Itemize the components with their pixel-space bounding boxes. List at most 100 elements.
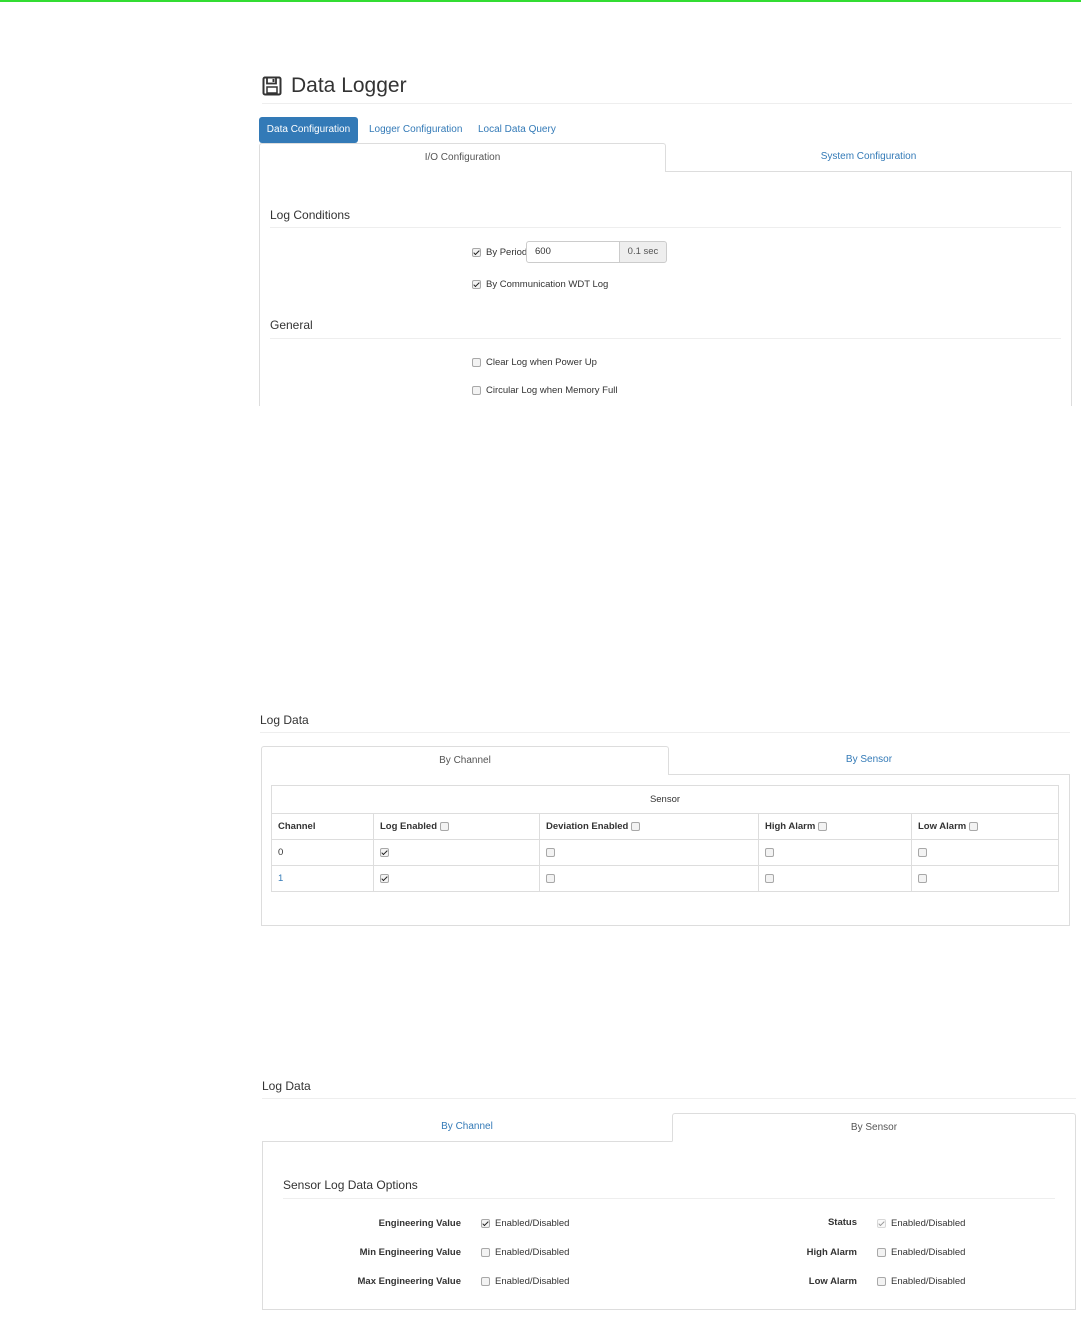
channel-table: Sensor Channel Log Enabled Deviation Ena… [271, 785, 1059, 892]
panel-bottom-border [261, 925, 1070, 926]
min-engineering-value-checkbox[interactable] [481, 1247, 490, 1257]
period-unit-addon: 0.1 sec [619, 241, 667, 263]
tab-io-configuration[interactable]: I/O Configuration [259, 143, 666, 172]
panel-left-border [261, 774, 262, 926]
column-label: Channel [278, 821, 316, 832]
divider [283, 1198, 1055, 1199]
panel-right-border [1069, 774, 1070, 926]
column-header-high-alarm: High Alarm [758, 813, 912, 840]
min-engineering-value-option: Enabled/Disabled [481, 1247, 569, 1258]
column-header-channel: Channel [271, 813, 374, 840]
tab-by-channel[interactable]: By Channel [261, 746, 669, 775]
engineering-value-label: Engineering Value [378, 1218, 461, 1229]
deviation-enabled-all-checkbox[interactable] [631, 821, 640, 831]
circular-log-label: Circular Log when Memory Full [486, 385, 618, 396]
deviation-cell [539, 839, 759, 866]
panel-left-border [259, 171, 260, 406]
tab-data-configuration[interactable]: Data Configuration [259, 117, 358, 143]
tab-by-channel[interactable]: By Channel [263, 1113, 671, 1140]
column-header-deviation-enabled: Deviation Enabled [539, 813, 759, 840]
table-row: 0 [271, 839, 1059, 866]
table-caption: Sensor [271, 785, 1059, 814]
high-alarm-checkbox[interactable] [765, 847, 774, 857]
low-alarm-label: Low Alarm [808, 1276, 857, 1287]
max-engineering-value-option: Enabled/Disabled [481, 1276, 569, 1287]
wdt-log-checkbox[interactable] [472, 279, 481, 289]
tab-divider [665, 171, 1072, 172]
low-alarm-checkbox[interactable] [877, 1276, 886, 1286]
high-alarm-label: High Alarm [806, 1247, 857, 1258]
divider [260, 732, 1070, 733]
page-header: Data Logger [262, 72, 1072, 104]
tab-system-configuration[interactable]: System Configuration [666, 143, 1071, 170]
log-conditions-heading: Log Conditions [270, 208, 351, 222]
engineering-value-option: Enabled/Disabled [481, 1218, 569, 1229]
status-option: Enabled/Disabled [877, 1218, 965, 1229]
floppy-disk-icon [262, 76, 282, 96]
by-period-label: By Period [486, 247, 528, 258]
page-title: Data Logger [291, 74, 407, 97]
by-period-option: By Period [472, 247, 527, 258]
low-alarm-cell [911, 839, 1059, 866]
top-accent-line [0, 0, 1081, 2]
log-enabled-cell [373, 839, 540, 866]
period-input[interactable]: 600 [526, 241, 628, 263]
wdt-log-option: By Communication WDT Log [472, 279, 608, 290]
enabled-disabled-text: Enabled/Disabled [891, 1276, 966, 1287]
min-engineering-value-label: Min Engineering Value [359, 1247, 461, 1258]
tab-logger-configuration[interactable]: Logger Configuration [369, 117, 462, 143]
table-header-row: Channel Log Enabled Deviation Enabled Hi… [271, 813, 1059, 840]
engineering-value-checkbox[interactable] [481, 1218, 490, 1228]
low-alarm-all-checkbox[interactable] [968, 821, 978, 831]
clear-log-label: Clear Log when Power Up [486, 357, 597, 368]
tab-divider [668, 774, 1070, 775]
tab-local-data-query[interactable]: Local Data Query [478, 117, 556, 143]
log-data-heading: Log Data [260, 713, 309, 727]
log-enabled-checkbox[interactable] [380, 847, 389, 857]
general-heading: General [270, 318, 313, 332]
high-alarm-checkbox[interactable] [877, 1247, 886, 1257]
deviation-checkbox[interactable] [546, 847, 555, 857]
enabled-disabled-text: Enabled/Disabled [495, 1218, 570, 1229]
high-alarm-option: Enabled/Disabled [877, 1247, 965, 1258]
channel-cell[interactable]: 1 [271, 865, 374, 892]
enabled-disabled-text: Enabled/Disabled [495, 1276, 570, 1287]
panel-right-border [1071, 171, 1072, 406]
log-enabled-all-checkbox[interactable] [439, 821, 449, 831]
deviation-checkbox[interactable] [546, 873, 555, 883]
by-period-checkbox[interactable] [472, 247, 481, 257]
divider [262, 1098, 1076, 1099]
column-label: Deviation Enabled [546, 821, 629, 832]
clear-log-option: Clear Log when Power Up [472, 357, 597, 368]
column-header-low-alarm: Low Alarm [911, 813, 1059, 840]
log-data-heading: Log Data [262, 1079, 311, 1093]
status-label: Status [827, 1217, 857, 1228]
log-enabled-cell [373, 865, 540, 892]
circular-log-checkbox[interactable] [472, 385, 481, 395]
enabled-disabled-text: Enabled/Disabled [891, 1218, 966, 1229]
column-label: Low Alarm [918, 821, 967, 832]
low-alarm-cell [911, 865, 1059, 892]
low-alarm-checkbox[interactable] [918, 873, 927, 883]
low-alarm-option: Enabled/Disabled [877, 1276, 965, 1287]
circular-log-option: Circular Log when Memory Full [472, 385, 617, 396]
panel-right-border [1075, 1141, 1076, 1310]
clear-log-checkbox[interactable] [472, 357, 481, 367]
high-alarm-all-checkbox[interactable] [817, 821, 827, 831]
tab-divider [262, 1141, 672, 1142]
tab-by-sensor[interactable]: By Sensor [672, 1113, 1076, 1142]
high-alarm-cell [758, 865, 912, 892]
enabled-disabled-text: Enabled/Disabled [495, 1247, 570, 1258]
max-engineering-value-checkbox[interactable] [481, 1276, 490, 1286]
tab-by-sensor[interactable]: By Sensor [669, 746, 1069, 773]
table-row: 1 [271, 865, 1059, 892]
wdt-log-label: By Communication WDT Log [486, 279, 609, 290]
status-checkbox[interactable] [877, 1218, 886, 1228]
column-header-log-enabled: Log Enabled [373, 813, 540, 840]
log-enabled-checkbox[interactable] [380, 873, 389, 883]
low-alarm-checkbox[interactable] [918, 847, 927, 857]
max-engineering-value-label: Max Engineering Value [357, 1276, 461, 1287]
divider [270, 227, 1061, 228]
high-alarm-checkbox[interactable] [765, 873, 774, 883]
panel-bottom-border [262, 1309, 1076, 1310]
